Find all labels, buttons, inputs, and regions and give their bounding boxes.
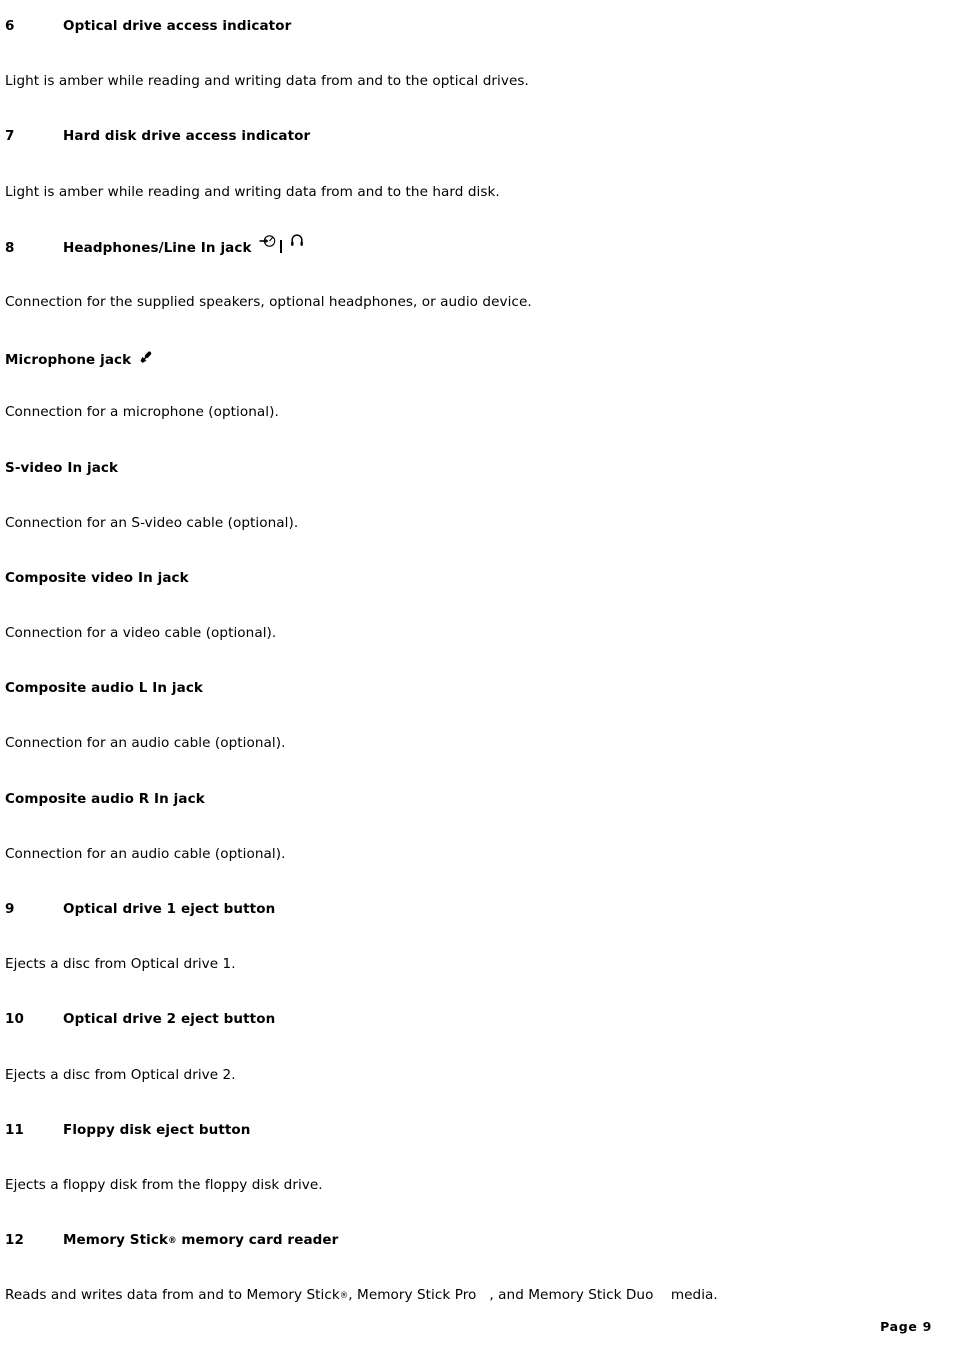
body-paragraph: Reads and writes data from and to Memory… [5, 1287, 718, 1304]
sub-heading-text: S-video In jack [5, 459, 119, 476]
section-block: 11 Floppy disk eject button [5, 1121, 935, 1176]
body-paragraph: Connection for a microphone (optional). [5, 404, 279, 421]
document-content: 6 Optical drive access indicator Light i… [5, 17, 935, 1305]
sub-heading-text: Composite audio R In jack [5, 790, 205, 807]
item-number: 7 [5, 128, 15, 145]
body-paragraph: Ejects a floppy disk from the floppy dis… [5, 1176, 323, 1193]
body-paragraph: Ejects a disc from Optical drive 2. [5, 1066, 236, 1083]
item-title-text: Hard disk drive access indicator [63, 128, 311, 145]
item-title: Hard disk drive access indicator [63, 127, 935, 145]
sub-heading-text: Composite audio L In jack [5, 680, 203, 697]
section-block: 8 Headphones/Line In jack [5, 234, 935, 293]
line-in-icon [259, 234, 276, 248]
item-heading: 11 Floppy disk eject button [5, 1121, 935, 1139]
section-block: Composite video In jack [5, 569, 935, 624]
section-block: Composite audio R In jack [5, 790, 935, 845]
item-heading: 6 Optical drive access indicator [5, 17, 935, 35]
microphone-icon [138, 349, 154, 365]
section-block: 12 Memory Stick® memory card reader [5, 1231, 935, 1286]
body-paragraph: Ejects a disc from Optical drive 1. [5, 956, 236, 973]
section-block: Light is amber while reading and writing… [5, 183, 935, 238]
item-title-text: Floppy disk eject button [63, 1121, 251, 1138]
body-paragraph: Connection for an audio cable (optional)… [5, 845, 286, 862]
item-title: Memory Stick® memory card reader [63, 1231, 935, 1250]
section-block: 9 Optical drive 1 eject button [5, 900, 935, 955]
section-block: Microphone jack [5, 348, 935, 403]
item-heading: 10 Optical drive 2 eject button [5, 1010, 935, 1028]
item-number: 8 [5, 239, 15, 256]
section-block: Connection for a microphone (optional). [5, 403, 935, 458]
body-paragraph: Connection for a video cable (optional). [5, 625, 277, 642]
section-block: Connection for the supplied speakers, op… [5, 293, 935, 348]
section-block: Ejects a disc from Optical drive 1. [5, 955, 935, 1010]
section-block: Composite audio L In jack [5, 679, 935, 734]
item-number: 9 [5, 901, 15, 917]
item-number: 12 [5, 1232, 24, 1249]
section-block: S-video In jack [5, 459, 935, 514]
item-number: 11 [5, 1121, 24, 1138]
icon-separator [279, 239, 282, 253]
section-block: 6 Optical drive access indicator [5, 17, 935, 72]
section-block: Connection for an audio cable (optional)… [5, 845, 935, 900]
document-page: 6 Optical drive access indicator Light i… [0, 0, 954, 1351]
sub-heading: Composite audio R In jack [5, 790, 935, 808]
sub-heading-text: Microphone jack [5, 352, 132, 369]
item-number: 10 [5, 1011, 24, 1028]
body-paragraph: Connection for the supplied speakers, op… [5, 293, 532, 310]
registered-trademark-symbol: ® [168, 1236, 177, 1247]
body-paragraph: Light is amber while reading and writing… [5, 73, 529, 90]
body-paragraph: Light is amber while reading and writing… [5, 183, 500, 200]
registered-trademark-symbol: ® [339, 1291, 349, 1302]
body-paragraph: Connection for an S-video cable (optiona… [5, 514, 299, 531]
sub-heading: Composite audio L In jack [5, 679, 935, 697]
item-title: Optical drive 1 eject button [63, 900, 935, 918]
sub-heading: S-video In jack [5, 459, 935, 477]
item-title: Optical drive access indicator [63, 17, 935, 35]
section-block: 7 Hard disk drive access indicator [5, 127, 935, 182]
section-block: Reads and writes data from and to Memory… [5, 1286, 935, 1305]
section-block: Connection for a video cable (optional). [5, 624, 935, 679]
item-title-text: Memory Stick® memory card reader [63, 1232, 339, 1249]
section-block: Light is amber while reading and writing… [5, 72, 935, 127]
body-paragraph: Connection for an audio cable (optional)… [5, 735, 286, 752]
sub-heading-text: Composite video In jack [5, 569, 189, 586]
section-block: 10 Optical drive 2 eject button [5, 1010, 935, 1065]
sub-heading: Microphone jack [5, 348, 935, 369]
section-block: Connection for an S-video cable (optiona… [5, 514, 935, 569]
section-block: Ejects a disc from Optical drive 2. [5, 1066, 935, 1121]
item-title-text: Optical drive access indicator [63, 18, 292, 34]
item-title-text: Headphones/Line In jack [63, 239, 252, 256]
item-title-text: Optical drive 2 eject button [63, 1011, 276, 1028]
item-number: 6 [5, 18, 15, 34]
item-title: Floppy disk eject button [63, 1121, 935, 1139]
item-heading: 9 Optical drive 1 eject button [5, 900, 935, 918]
item-title-text: Optical drive 1 eject button [63, 901, 276, 917]
item-title: Optical drive 2 eject button [63, 1010, 935, 1028]
sub-heading: Composite video In jack [5, 569, 935, 587]
item-heading: 7 Hard disk drive access indicator [5, 127, 935, 145]
page-number: Page 9 [880, 1319, 932, 1334]
item-heading: 12 Memory Stick® memory card reader [5, 1231, 935, 1250]
item-title: Headphones/Line In jack [63, 234, 935, 257]
section-block: Ejects a floppy disk from the floppy dis… [5, 1176, 935, 1231]
item-heading: 8 Headphones/Line In jack [5, 234, 935, 257]
section-block: Connection for an audio cable (optional)… [5, 734, 935, 789]
headphones-icon [290, 233, 304, 247]
